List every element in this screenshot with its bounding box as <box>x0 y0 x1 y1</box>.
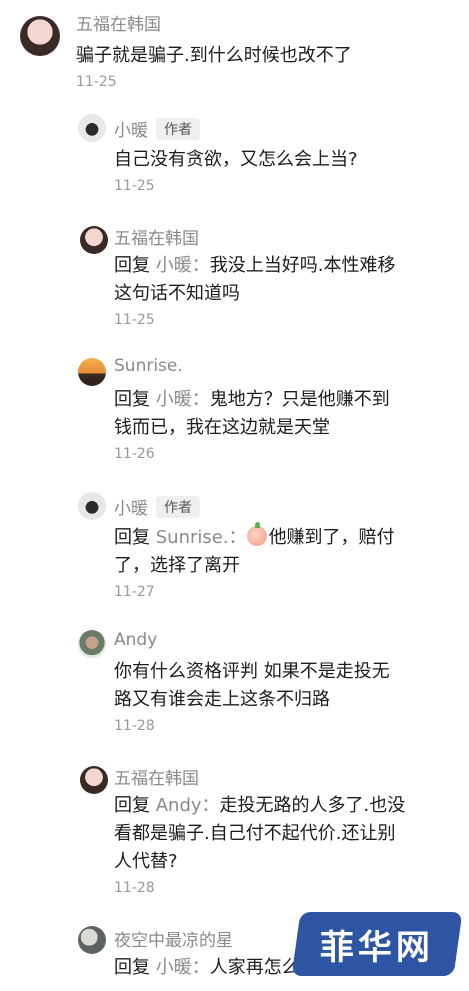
comment-text: 回复 小暖：鬼地方？只是他赚不到 钱而已，我在这边就是天堂 <box>114 386 390 442</box>
reply-to-user[interactable]: Andy： <box>156 795 220 816</box>
commenter-name[interactable]: Andy <box>114 630 157 650</box>
comment-text-line: 这句话不知道吗 <box>114 283 240 304</box>
avatar[interactable] <box>80 766 108 794</box>
comment-text: 回复 小暖：我没上当好吗.本性难移 这句话不知道吗 <box>114 252 395 308</box>
site-watermark-logo: 菲华网 <box>291 912 463 976</box>
reply-label: 回复 <box>114 255 156 276</box>
reply-label: 回复 <box>114 795 156 816</box>
comment-text-line: 人家再怎么 <box>209 957 300 978</box>
avatar[interactable] <box>78 630 106 658</box>
commenter-name-text: 小暖 <box>114 499 148 519</box>
comment-date: 11-28 <box>114 718 155 734</box>
comment-date: 11-28 <box>114 880 155 896</box>
reply-label: 回复 <box>114 527 156 548</box>
comment-date: 11-27 <box>114 584 155 600</box>
commenter-name[interactable]: 五福在韩国 <box>114 224 199 249</box>
comment-text-line: 路又有谁会走上这条不归路 <box>114 689 330 710</box>
avatar[interactable] <box>78 926 106 954</box>
avatar[interactable] <box>20 16 60 56</box>
comment-text: 回复 小暖：人家再怎么 <box>114 954 300 982</box>
author-badge: 作者 <box>156 118 200 140</box>
reply-label: 回复 <box>114 957 156 978</box>
commenter-name[interactable]: 夜空中最凉的星 <box>114 926 233 951</box>
author-badge: 作者 <box>156 496 200 518</box>
avatar[interactable] <box>78 492 106 520</box>
reply-to-user[interactable]: Sunrise.： <box>156 527 247 548</box>
comment-text-line: 我没上当好吗.本性难移 <box>209 255 396 276</box>
reply-to-user[interactable]: 小暖： <box>156 957 210 978</box>
comment-text-line: 人代替? <box>114 851 178 872</box>
avatar[interactable] <box>80 226 108 254</box>
commenter-name[interactable]: 小暖 作者 <box>114 494 200 519</box>
avatar[interactable] <box>78 358 106 386</box>
comment-date: 11-25 <box>114 312 155 328</box>
reply-to-user[interactable]: 小暖： <box>156 389 210 410</box>
comment-text: 骗子就是骗子.到什么时候也改不了 <box>76 45 352 66</box>
comment-text: 自己没有贪欲，又怎么会上当? <box>114 149 358 170</box>
commenter-name-text: 小暖 <box>114 121 148 141</box>
comment-text-line: 他赚到了，赔付 <box>268 527 395 548</box>
comment-text-line: 看都是骗子.自己付不起代价.还让别 <box>114 823 396 844</box>
comment-text: 你有什么资格评判 如果不是走投无 路又有谁会走上这条不归路 <box>114 658 390 714</box>
comment-date: 11-26 <box>114 446 155 462</box>
reply-label: 回复 <box>114 389 156 410</box>
commenter-name[interactable]: Sunrise. <box>114 356 183 376</box>
comment-text-line: 了，选择了离开 <box>114 555 240 576</box>
comment-text: 回复 Andy：走投无路的人多了.也没 看都是骗子.自己付不起代价.还让别 人代… <box>114 792 405 876</box>
reply-to-user[interactable]: 小暖： <box>156 255 210 276</box>
watermark-text: 菲华网 <box>320 927 434 968</box>
comment-text-line: 钱而已，我在这边就是天堂 <box>114 417 330 438</box>
commenter-name[interactable]: 小暖 作者 <box>114 116 200 141</box>
comment-text-line: 走投无路的人多了.也没 <box>219 795 406 816</box>
commenter-name[interactable]: 五福在韩国 <box>114 764 199 789</box>
avatar[interactable] <box>78 114 106 142</box>
comment-text-line: 鬼地方？只是他赚不到 <box>209 389 390 410</box>
comment-date: 11-25 <box>114 178 155 194</box>
commenter-name[interactable]: 五福在韩国 <box>76 10 161 35</box>
comment-date: 11-25 <box>76 74 117 90</box>
comment-text-line: 你有什么资格评判 如果不是走投无 <box>114 661 390 682</box>
peach-emoji-icon <box>246 522 267 546</box>
comment-text: 回复 Sunrise.： 他赚到了，赔付 了，选择了离开 <box>114 522 395 580</box>
